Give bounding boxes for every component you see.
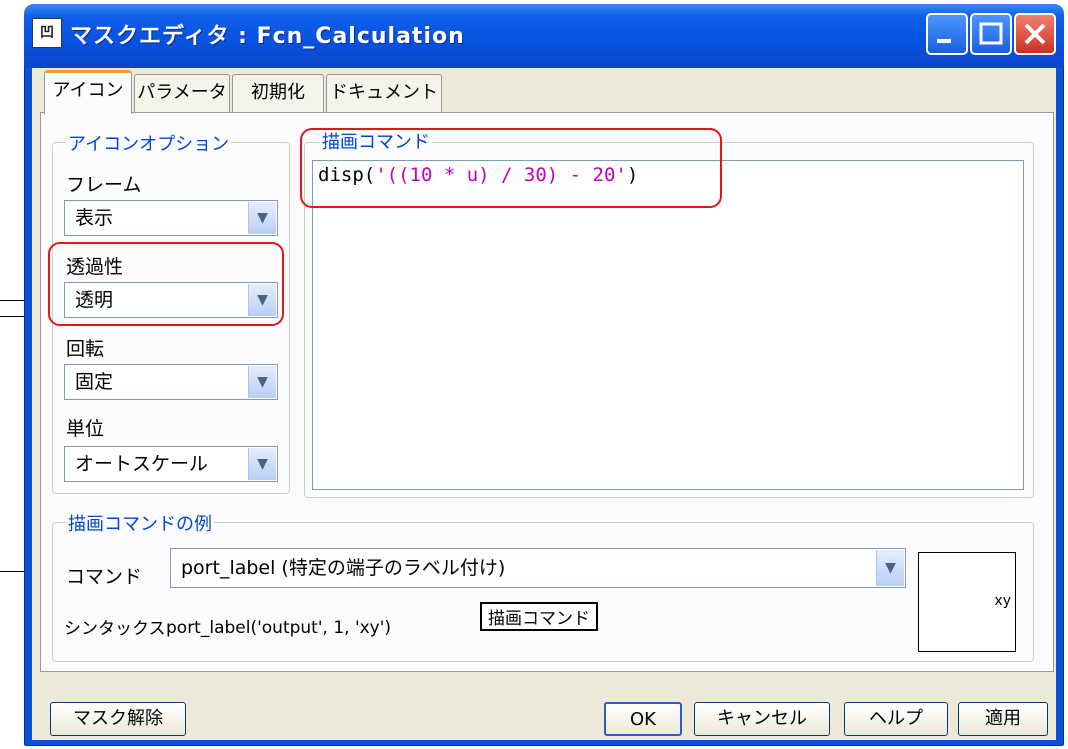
apply-button[interactable]: 適用	[958, 702, 1048, 736]
icon-options-label: アイコンオプション	[66, 130, 232, 156]
syntax-value: port_label('output', 1, 'xy')	[166, 618, 392, 638]
preview-port-label: xy	[994, 593, 1011, 609]
minimize-icon	[937, 39, 951, 43]
syntax-label: シンタックス	[64, 619, 166, 639]
chevron-down-icon[interactable]: ▼	[248, 202, 276, 234]
rotation-value: 固定	[75, 371, 114, 393]
frame-value: 表示	[75, 207, 114, 229]
command-label: コマンド	[66, 566, 143, 588]
close-icon	[1024, 23, 1046, 45]
ok-button[interactable]: OK	[604, 702, 682, 736]
command-select[interactable]: port_label (特定の端子のラベル付け) ▼	[170, 548, 906, 588]
chevron-down-icon[interactable]: ▼	[876, 550, 904, 586]
chevron-down-icon[interactable]: ▼	[248, 366, 276, 398]
window-title: マスクエディタ : Fcn_Calculation	[70, 24, 465, 49]
frame-select[interactable]: 表示 ▼	[64, 200, 278, 236]
app-icon: 凹	[32, 18, 62, 48]
examples-label: 描画コマンドの例	[66, 510, 214, 536]
minimize-button[interactable]	[926, 13, 968, 55]
drawing-commands-editor[interactable]	[312, 160, 1024, 490]
maximize-icon	[979, 22, 1003, 45]
units-label: 単位	[66, 418, 105, 440]
command-value: port_label (特定の端子のラベル付け)	[181, 557, 506, 579]
close-button[interactable]	[1014, 13, 1056, 55]
unmask-button[interactable]: マスク解除	[50, 702, 186, 736]
tab-documentation[interactable]: ドキュメント	[326, 74, 442, 112]
frame-label: フレーム	[66, 174, 142, 196]
rotation-label: 回転	[66, 338, 105, 360]
examples-group	[52, 522, 1034, 662]
units-select[interactable]: オートスケール ▼	[64, 446, 278, 482]
drawing-command-callout: 描画コマンド	[480, 602, 598, 631]
tab-initialization[interactable]: 初期化	[232, 74, 324, 112]
tab-parameters[interactable]: パラメータ	[134, 74, 230, 112]
cancel-button[interactable]: キャンセル	[694, 702, 830, 736]
highlight-drawing-command	[300, 128, 722, 208]
units-value: オートスケール	[75, 453, 209, 475]
tab-icon[interactable]: アイコン	[44, 70, 132, 114]
maximize-button[interactable]	[970, 13, 1012, 55]
icon-preview: xy	[918, 552, 1016, 652]
highlight-transparency	[48, 242, 284, 326]
rotation-select[interactable]: 固定 ▼	[64, 364, 278, 400]
help-button[interactable]: ヘルプ	[844, 702, 948, 736]
chevron-down-icon[interactable]: ▼	[248, 448, 276, 480]
